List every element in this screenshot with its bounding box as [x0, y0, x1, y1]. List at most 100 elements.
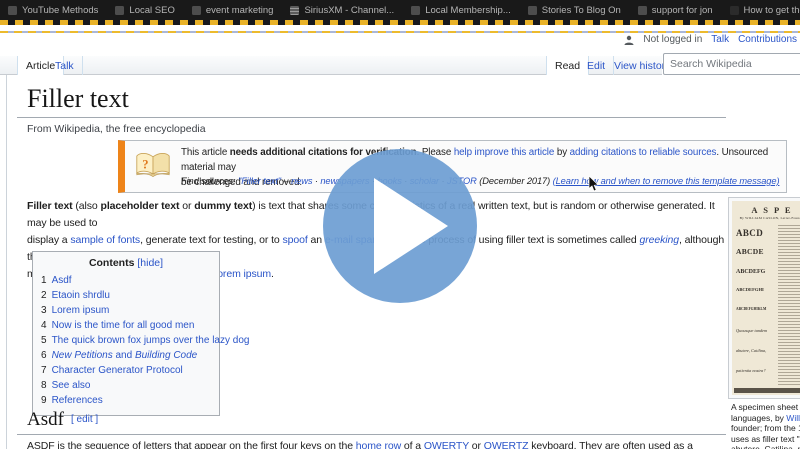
toc-link[interactable]: Now is the time for all good men	[52, 320, 195, 331]
inline-link[interactable]: William Caslon	[786, 413, 800, 423]
text-segment: ABCDEFG	[736, 269, 765, 275]
text-segment: (also	[73, 200, 101, 212]
specimen-thumbnail[interactable]: A S P E By WILLIAM CASLON, Letter-Founde…	[728, 197, 800, 399]
toc-item-etaoin-shrdlu[interactable]: 2Etaoin shrdlu	[41, 288, 211, 303]
bookmark-icon	[411, 6, 420, 15]
toc-link[interactable]: See also	[52, 380, 91, 391]
bookmark-icon	[192, 6, 201, 15]
inline-link[interactable]: "Filler text"	[238, 176, 281, 186]
bookmark-local-membership[interactable]: Local Membership...	[411, 5, 511, 16]
text-segment: This article	[181, 147, 230, 158]
table-of-contents: Contents [hide] 1Asdf 2Etaoin shrdlu 3 Lo…	[32, 251, 220, 416]
text-segment: ABCD	[736, 228, 763, 238]
text-segment: abutere, Catilina, patientia	[731, 444, 800, 449]
inline-link[interactable]: Lorem ipsum	[211, 268, 271, 280]
toc-link[interactable]: References	[52, 395, 103, 406]
search-input[interactable]	[663, 53, 800, 75]
toc-number: 3	[41, 305, 47, 316]
specimen-alphabets: ABCDABCDEABCDEFGABCDEFGHIABCDEFGHIKLM	[736, 223, 780, 315]
bookmark-how-to-get[interactable]: How to get the bes...	[730, 5, 800, 16]
inline-link[interactable]: Building Code	[135, 350, 197, 361]
bookmark-stories-to-blog[interactable]: Stories To Blog On	[528, 5, 621, 16]
text-segment: ABCDE	[736, 247, 764, 256]
bookmark-label: SiriusXM - Channel...	[304, 5, 394, 16]
toc-number: 4	[41, 320, 47, 331]
toc-link[interactable]: Lorem ipsum	[52, 305, 110, 316]
toc-number: 5	[41, 335, 47, 346]
text-segment: ABCDEFGHIKLM	[736, 307, 766, 311]
bookmark-event-marketing[interactable]: event marketing	[192, 5, 274, 16]
toc-link[interactable]: Character Generator Protocol	[52, 365, 183, 376]
inline-link[interactable]: (Learn how and when to remove this templ…	[553, 176, 780, 186]
bookmark-label: How to get the bes...	[744, 5, 800, 16]
inline-link[interactable]: adding citations to reliable sources	[570, 147, 717, 158]
toc-item-asdf[interactable]: 1Asdf	[41, 273, 211, 288]
caslon-specimen-image: A S P E By WILLIAM CASLON, Letter-Founde…	[732, 201, 800, 395]
bookmark-label: event marketing	[206, 5, 274, 16]
text-segment: Find sources:	[181, 176, 236, 186]
text-segment: of a	[401, 440, 424, 449]
text-segment: abutere, Catilina,	[736, 348, 766, 353]
question-book-icon: ?	[135, 150, 171, 180]
bookmark-icon	[638, 6, 647, 15]
toc-title-label: Contents	[89, 257, 135, 269]
tab-talk[interactable]: Talk	[47, 56, 83, 75]
toc-item-lorem-ipsum[interactable]: 3 Lorem ipsum	[41, 303, 211, 318]
toc-hide-toggle[interactable]: [hide]	[137, 257, 163, 269]
bookmark-icon	[528, 6, 537, 15]
toc-item-new-petitions[interactable]: 6New Petitions and Building Code	[41, 348, 211, 363]
section-heading-asdf: Asdf[ edit ]	[27, 409, 98, 431]
content-left-border	[6, 75, 7, 449]
toc-link[interactable]: New Petitions and Building Code	[52, 350, 198, 361]
text-segment: ASDF is the sequence of letters that app…	[27, 440, 356, 449]
inline-link[interactable]: and	[113, 350, 135, 361]
text-segment: .	[271, 268, 274, 280]
text-segment: founder; from the 1728	[731, 423, 800, 433]
text-segment: placeholder text	[101, 200, 180, 212]
specimen-latin-text: Quousque tandemabutere, Catilina,patient…	[736, 318, 780, 395]
personal-talk-link[interactable]: Talk	[711, 34, 729, 45]
specimen-bottom-edge	[734, 388, 800, 393]
inline-link[interactable]: spoof	[283, 234, 308, 246]
inline-link[interactable]: QWERTZ	[484, 440, 529, 449]
toc-item-see-also[interactable]: 8 See also	[41, 378, 211, 393]
heading-divider	[17, 434, 726, 435]
bookmark-youtube-methods[interactable]: YouTube Methods	[8, 5, 98, 16]
text-segment: or	[179, 200, 194, 212]
video-play-button[interactable]	[322, 148, 478, 304]
toc-item-references[interactable]: 9References	[41, 393, 211, 408]
bookmark-local-seo[interactable]: Local SEO	[115, 5, 174, 16]
inline-link[interactable]: New Petitions	[52, 350, 113, 361]
not-logged-in-label: Not logged in	[643, 34, 702, 45]
bookmark-support-for-jon[interactable]: support for jon	[638, 5, 713, 16]
toc-item-now-is-the-time[interactable]: 4 Now is the time for all good men	[41, 318, 211, 333]
toc-link[interactable]: The quick brown fox jumps over the lazy …	[52, 335, 250, 346]
text-segment: (December 2017)	[477, 176, 553, 186]
specimen-title: A S P E	[732, 205, 800, 215]
toc-item-chargen[interactable]: 7Character Generator Protocol	[41, 363, 211, 378]
toc-number: 8	[41, 380, 47, 391]
toc-link[interactable]: Etaoin shrdlu	[52, 290, 110, 301]
find-sources-line: Find sources: "Filler text" – news · new…	[181, 176, 785, 186]
inline-link[interactable]: QWERTY	[424, 440, 469, 449]
text-segment: uses as filler text "Quousque	[731, 434, 800, 444]
specimen-byline: By WILLIAM CASLON, Letter-Founder	[732, 216, 800, 220]
toc-item-quick-brown-fox[interactable]: 5The quick brown fox jumps over the lazy…	[41, 333, 211, 348]
toc-link[interactable]: Asdf	[52, 275, 72, 286]
bookmark-siriusxm[interactable]: SiriusXM - Channel...	[290, 5, 394, 16]
text-segment: Filler text	[27, 200, 73, 212]
svg-text:?: ?	[142, 158, 148, 172]
site-subtitle: From Wikipedia, the free encyclopedia	[27, 123, 206, 135]
inline-link[interactable]: sample of fonts	[70, 234, 140, 246]
personal-contributions-link[interactable]: Contributions	[738, 34, 797, 45]
text-segment: A specimen sheet of	[731, 402, 800, 412]
text-segment: or	[469, 440, 484, 449]
bookmark-label: Local Membership...	[425, 5, 511, 16]
section-edit-link[interactable]: [ edit ]	[71, 414, 98, 425]
asdf-paragraph: ASDF is the sequence of letters that app…	[27, 438, 727, 449]
inline-link[interactable]: greeking	[639, 234, 678, 246]
toc-header: Contents [hide]	[41, 257, 211, 269]
inline-link[interactable]: news	[291, 176, 312, 186]
image-caption: A specimen sheet oflanguages, by William…	[731, 402, 800, 449]
inline-link[interactable]: home row	[356, 440, 401, 449]
